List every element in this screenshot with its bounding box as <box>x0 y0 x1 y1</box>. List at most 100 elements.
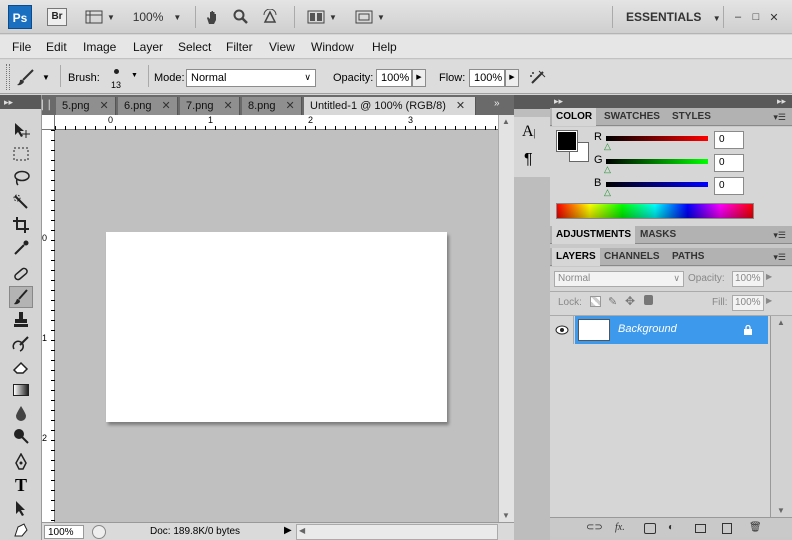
blue-slider-handle[interactable]: △ <box>604 187 611 198</box>
tab-channels[interactable]: CHANNELS <box>600 248 664 266</box>
grip-handle[interactable] <box>6 64 10 90</box>
lasso-tool[interactable] <box>9 167 33 189</box>
bridge-button[interactable]: Br <box>47 8 67 26</box>
canvas-workspace[interactable] <box>55 130 498 522</box>
color-spectrum-ramp[interactable] <box>556 203 754 219</box>
add-mask-icon[interactable] <box>644 523 656 534</box>
close-tab-icon[interactable]: ✕ <box>456 100 465 112</box>
vertical-ruler[interactable]: 0 1 2 <box>42 130 55 522</box>
tab-7-png[interactable]: 7.png ✕ <box>180 97 240 115</box>
pen-tool[interactable] <box>9 451 33 473</box>
tab-6-png[interactable]: 6.png ✕ <box>118 97 178 115</box>
marquee-tool[interactable] <box>9 143 33 165</box>
clone-stamp-tool[interactable] <box>9 309 33 331</box>
lock-all-icon[interactable] <box>644 295 653 305</box>
gradient-tool[interactable] <box>9 379 33 401</box>
tab-grip[interactable]: ▏▏ <box>42 95 56 115</box>
eraser-tool[interactable] <box>9 356 33 378</box>
blend-mode-select[interactable]: Normal ∨ <box>554 271 684 287</box>
tab-paths[interactable]: PATHS <box>668 248 708 266</box>
layer-row-background[interactable]: Background <box>575 316 768 344</box>
maximize-button[interactable]: □ <box>748 7 764 27</box>
vertical-scrollbar[interactable]: ▲ ▼ <box>498 115 514 522</box>
close-tab-icon[interactable]: ✕ <box>224 100 233 112</box>
paragraph-panel-icon[interactable]: ¶ <box>524 151 533 169</box>
brush-picker[interactable]: 13 ▼ <box>108 64 142 92</box>
healing-brush-tool[interactable] <box>9 263 33 285</box>
status-menu-arrow[interactable]: ▶ <box>284 525 292 536</box>
delete-layer-icon[interactable]: 🗑 <box>749 522 762 533</box>
history-brush-tool[interactable] <box>9 333 33 355</box>
scroll-up-icon[interactable]: ▲ <box>777 318 785 327</box>
blue-value[interactable]: 0 <box>714 177 744 195</box>
airbrush-button[interactable] <box>527 67 549 87</box>
lock-pixels-icon[interactable]: ✎ <box>608 295 617 308</box>
fill-arrow[interactable]: ▶ <box>766 296 772 305</box>
menu-image[interactable]: Image <box>83 40 116 54</box>
layer-style-icon[interactable]: fx. <box>615 522 625 533</box>
tab-masks[interactable]: MASKS <box>636 226 680 244</box>
panel-menu-icon[interactable]: ▾☰ <box>773 230 786 241</box>
menu-view[interactable]: View <box>269 40 295 54</box>
screen-mode-button[interactable]: ▼ <box>352 7 388 27</box>
opacity-slider-button[interactable]: ▶ <box>412 69 426 87</box>
collapse-panels-button[interactable]: ▸▸ <box>777 96 786 107</box>
type-tool[interactable]: T <box>9 474 33 496</box>
menu-filter[interactable]: Filter <box>226 40 253 54</box>
menu-help[interactable]: Help <box>372 40 397 54</box>
blur-tool[interactable] <box>9 402 33 424</box>
dock-collapse-button[interactable] <box>514 95 550 109</box>
quick-selection-tool[interactable] <box>9 191 33 213</box>
zoom-level-dropdown[interactable]: 100% ▼ <box>132 7 182 27</box>
opacity-input[interactable]: 100% <box>376 69 412 87</box>
panel-grip[interactable]: ▸▸ <box>554 96 563 107</box>
scroll-left-icon[interactable]: ◀ <box>299 526 305 535</box>
lock-transparency-icon[interactable] <box>590 296 601 307</box>
tab-8-png[interactable]: 8.png ✕ <box>242 97 302 115</box>
red-slider[interactable] <box>606 136 708 141</box>
scroll-down-icon[interactable]: ▼ <box>502 511 510 520</box>
tab-styles[interactable]: STYLES <box>668 108 715 126</box>
rotate-view-button[interactable] <box>260 7 280 27</box>
close-button[interactable]: ✕ <box>766 7 782 27</box>
fill-input[interactable]: 100% <box>732 295 764 311</box>
link-layers-icon[interactable]: ⊂⊃ <box>586 522 603 533</box>
close-tab-icon[interactable]: ✕ <box>100 100 109 112</box>
red-value[interactable]: 0 <box>714 131 744 149</box>
horizontal-scrollbar[interactable]: ◀ <box>296 524 498 540</box>
tool-preset-picker[interactable]: ▼ <box>16 66 56 88</box>
tab-layers[interactable]: LAYERS <box>552 248 600 266</box>
ruler-origin[interactable] <box>42 115 55 130</box>
crop-tool[interactable] <box>9 214 33 236</box>
character-panel-icon[interactable]: A| <box>522 123 536 141</box>
menu-select[interactable]: Select <box>178 40 211 54</box>
tab-swatches[interactable]: SWATCHES <box>600 108 664 126</box>
flow-input[interactable]: 100% <box>469 69 505 87</box>
horizontal-ruler[interactable]: 0 1 2 3 <box>55 115 498 130</box>
new-layer-icon[interactable] <box>722 523 732 534</box>
tab-adjustments[interactable]: ADJUSTMENTS <box>552 226 636 244</box>
hand-tool-button[interactable] <box>202 7 222 27</box>
mode-select[interactable]: Normal ∨ <box>186 69 316 87</box>
eyedropper-tool[interactable] <box>9 237 33 259</box>
menu-edit[interactable]: Edit <box>46 40 67 54</box>
flow-slider-button[interactable]: ▶ <box>505 69 519 87</box>
tools-collapse-button[interactable]: ▸▸ <box>0 95 41 109</box>
menu-window[interactable]: Window <box>311 40 354 54</box>
green-slider-handle[interactable]: △ <box>604 164 611 175</box>
dodge-tool[interactable] <box>9 425 33 447</box>
adjustment-layer-icon[interactable]: ◐ <box>668 522 674 533</box>
lock-position-icon[interactable]: ✥ <box>625 294 635 308</box>
new-group-icon[interactable] <box>695 524 706 533</box>
menu-file[interactable]: File <box>12 40 31 54</box>
tab-color[interactable]: COLOR <box>552 108 597 126</box>
shape-tool[interactable] <box>9 519 33 540</box>
zoom-tool-button[interactable] <box>231 7 251 27</box>
menu-layer[interactable]: Layer <box>133 40 163 54</box>
layers-scrollbar[interactable]: ▲ ▼ <box>770 316 792 517</box>
green-value[interactable]: 0 <box>714 154 744 172</box>
status-zoom-field[interactable]: 100% <box>44 525 84 539</box>
minimize-button[interactable]: – <box>730 7 746 27</box>
close-tab-icon[interactable]: ✕ <box>162 100 171 112</box>
scroll-up-icon[interactable]: ▲ <box>502 117 510 126</box>
